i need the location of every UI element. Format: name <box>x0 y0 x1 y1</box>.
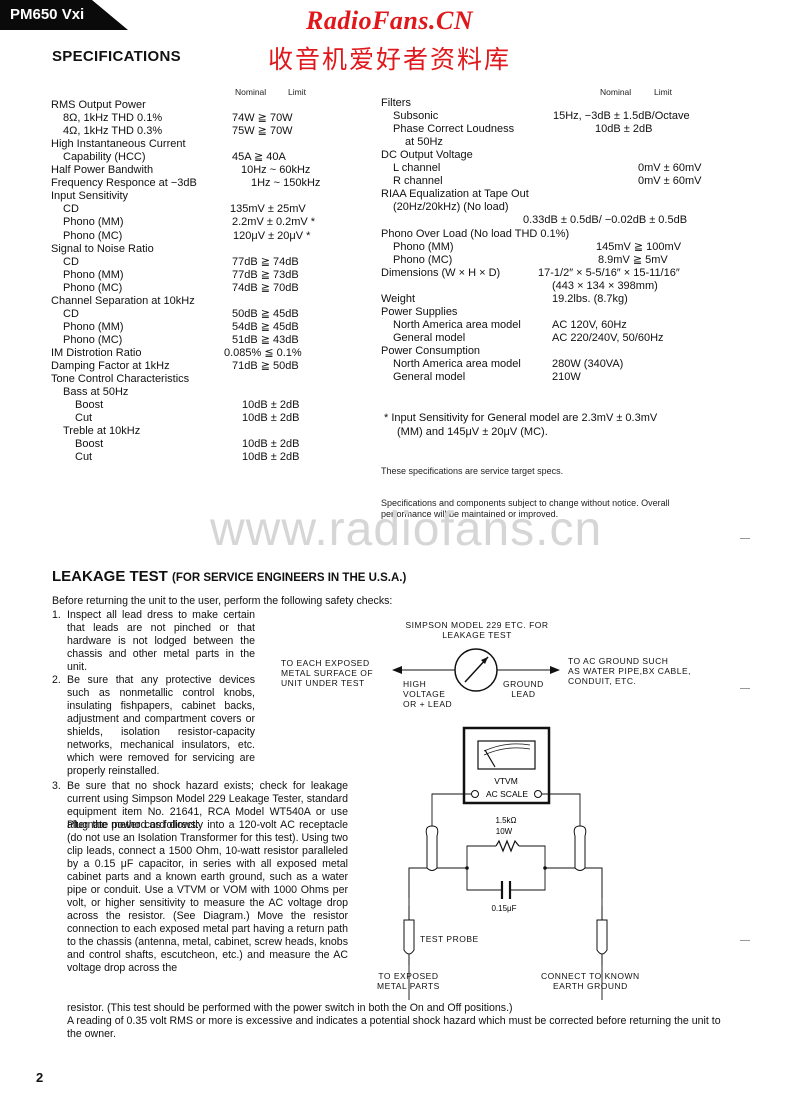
test-probe-icon <box>403 919 415 955</box>
edge-mark <box>740 940 750 941</box>
resistor-icon <box>495 839 520 853</box>
edge-mark <box>740 688 750 689</box>
resistor-label-2: 10W <box>496 827 513 836</box>
exposed-parts-1: TO EXPOSED <box>378 971 439 981</box>
earth-ground-1: CONNECT TO KNOWN <box>541 971 640 981</box>
resistor-label-1: 1.5kΩ <box>495 816 516 825</box>
test-probe-label: TEST PROBE <box>420 934 479 944</box>
tester-meter-icon <box>454 648 498 692</box>
exposed-parts-label: TO EXPOSED METAL PARTS <box>377 971 440 991</box>
earth-ground-2: EARTH GROUND <box>552 981 628 991</box>
capacitor-icon <box>500 881 512 899</box>
leakage-diagram: VTVM AC SCALE 1.5kΩ 10W 0.15μF <box>392 648 613 1000</box>
capacitor-label: 0.15μF <box>491 904 516 913</box>
clip-lead-right-icon <box>573 825 587 871</box>
page-number: 2 <box>36 1070 44 1085</box>
vtvm-label-2: AC SCALE <box>486 789 528 799</box>
earth-ground-label: CONNECT TO KNOWN EARTH GROUND <box>541 971 640 991</box>
clip-lead-left-icon <box>425 825 439 871</box>
high-lead-arrow <box>392 666 455 674</box>
exposed-parts-2: METAL PARTS <box>377 981 440 991</box>
ground-probe-icon <box>596 919 608 955</box>
ground-lead-arrow <box>497 666 560 674</box>
vtvm-label-1: VTVM <box>494 776 518 786</box>
edge-mark <box>740 538 750 539</box>
